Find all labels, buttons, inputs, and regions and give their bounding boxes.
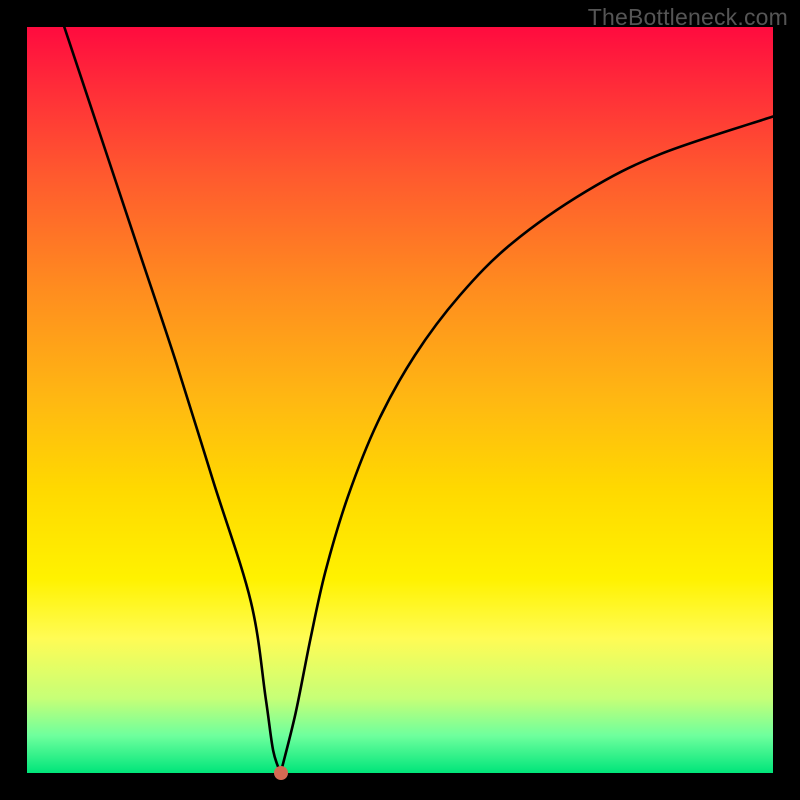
chart-plot-area (27, 27, 773, 773)
optimum-marker (274, 766, 288, 780)
curve-path (64, 27, 773, 773)
bottleneck-curve (27, 27, 773, 773)
watermark-text: TheBottleneck.com (588, 4, 788, 31)
